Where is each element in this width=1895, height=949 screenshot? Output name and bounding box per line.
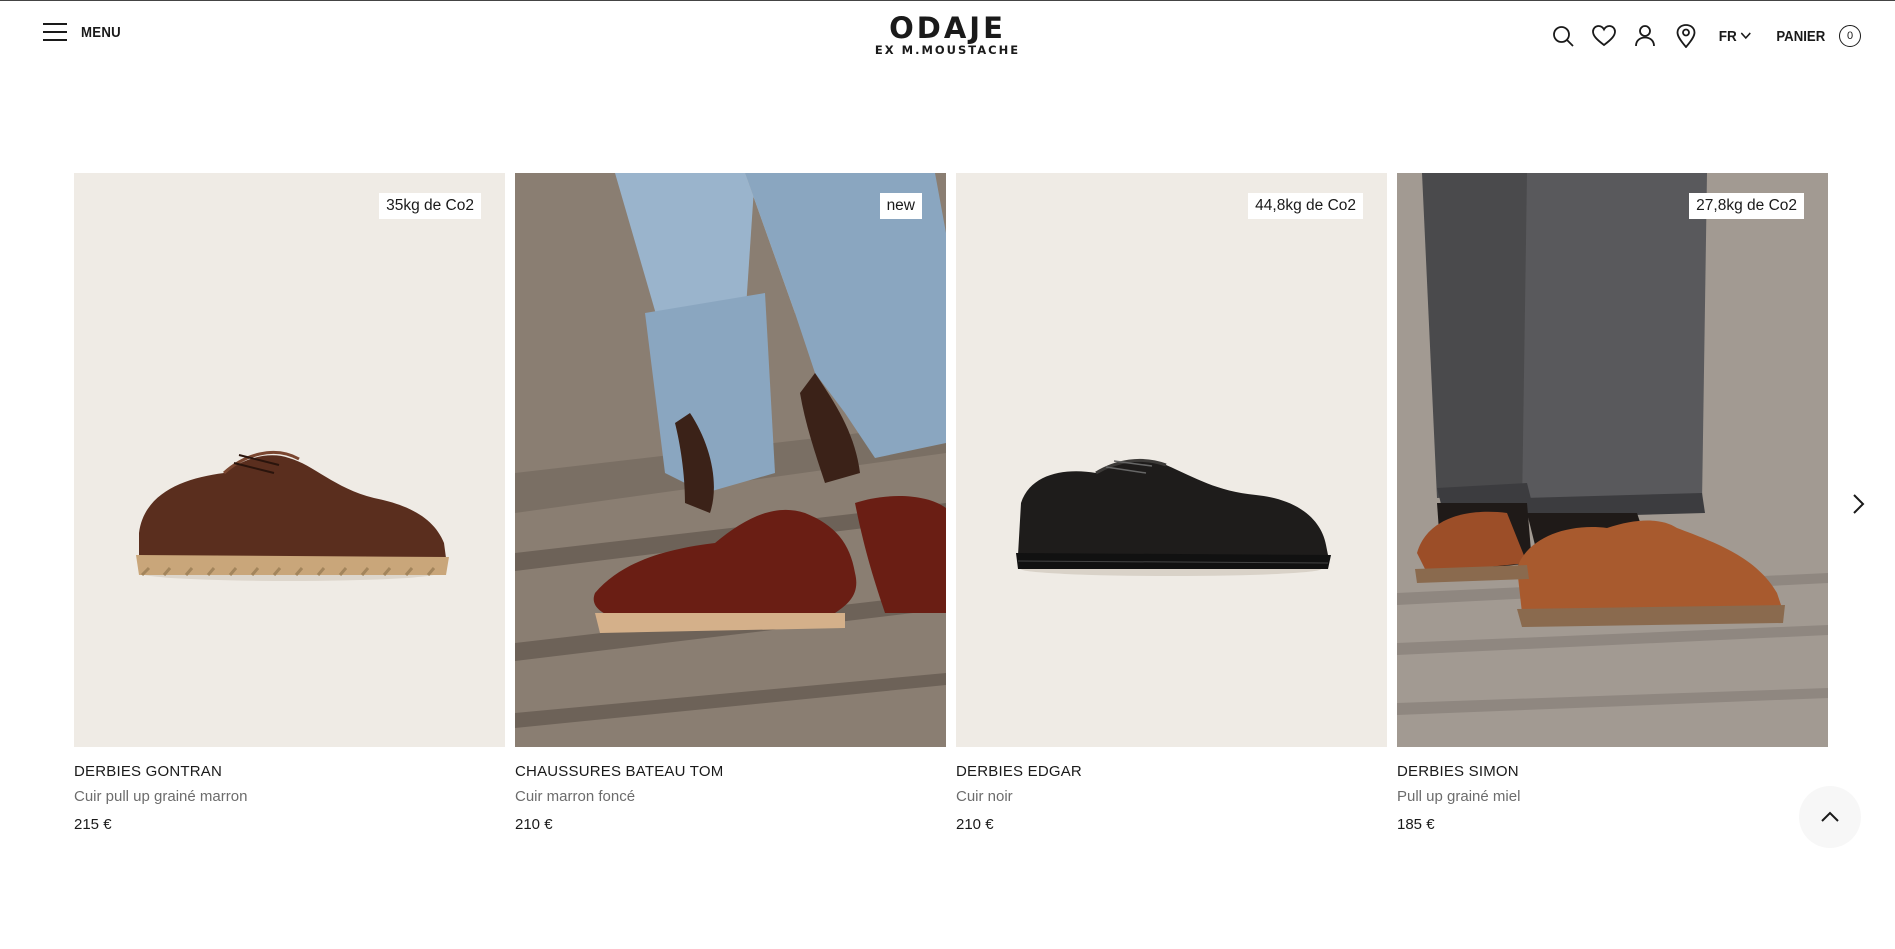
product-name[interactable]: CHAUSSURES BATEAU TOM [515, 763, 946, 780]
cart-count-badge: 0 [1839, 25, 1861, 47]
chevron-down-icon [1741, 32, 1752, 40]
product-image[interactable]: 35kg de Co2 [74, 173, 505, 747]
location-pin-icon[interactable] [1673, 23, 1699, 49]
heart-icon[interactable] [1591, 23, 1617, 49]
chevron-up-icon [1821, 811, 1839, 822]
product-card[interactable]: new CHAUSSURES BATEAU TOM Cuir marron fo… [515, 173, 946, 833]
product-description: Cuir marron foncé [515, 788, 636, 805]
product-price: 210 € [515, 816, 553, 833]
co2-badge: 27,8kg de Co2 [1689, 193, 1804, 219]
hamburger-icon [43, 23, 67, 41]
product-image[interactable]: 27,8kg de Co2 [1397, 173, 1828, 747]
product-card[interactable]: 27,8kg de Co2 DERBIES SIMON Pull up grai… [1397, 173, 1828, 833]
product-description: Cuir noir [956, 788, 1013, 805]
product-price: 210 € [956, 816, 994, 833]
header-actions: FR PANIER 0 [1535, 23, 1861, 49]
logo-wordmark: ODAJE [889, 11, 1006, 45]
product-price: 215 € [74, 816, 112, 833]
product-price: 185 € [1397, 816, 1435, 833]
co2-badge: 35kg de Co2 [379, 193, 481, 219]
site-header: MENU ODAJE EX M.MOUSTACHE FR PANIER 0 [0, 1, 1895, 71]
co2-badge: 44,8kg de Co2 [1248, 193, 1363, 219]
product-name[interactable]: DERBIES GONTRAN [74, 763, 505, 780]
product-image[interactable]: new [515, 173, 946, 747]
product-name[interactable]: DERBIES SIMON [1397, 763, 1828, 780]
language-label: FR [1719, 27, 1738, 45]
product-name[interactable]: DERBIES EDGAR [956, 763, 1387, 780]
chevron-right-icon[interactable] [1846, 492, 1870, 516]
product-description: Pull up grainé miel [1397, 788, 1521, 805]
scroll-to-top-button[interactable] [1799, 786, 1861, 848]
menu-label: MENU [81, 23, 121, 41]
search-icon[interactable] [1550, 23, 1576, 49]
product-image[interactable]: 44,8kg de Co2 [956, 173, 1387, 747]
site-logo[interactable]: ODAJE EX M.MOUSTACHE [875, 13, 1020, 57]
logo-subtitle: EX M.MOUSTACHE [874, 43, 1021, 57]
product-description: Cuir pull up grainé marron [74, 788, 248, 805]
product-carousel: 35kg de Co2 DERBIES GONTRAN Cuir pull up… [74, 173, 1828, 833]
new-badge: new [879, 193, 922, 219]
language-selector[interactable]: FR [1719, 27, 1752, 45]
black-derby-image [956, 173, 1387, 747]
page: MENU ODAJE EX M.MOUSTACHE FR PANIER 0 35… [0, 0, 1895, 949]
user-icon[interactable] [1632, 23, 1658, 49]
product-card[interactable]: 44,8kg de Co2 DERBIES EDGAR Cuir noir 21… [956, 173, 1387, 833]
honey-derby-lifestyle-image [1397, 173, 1828, 747]
boat-shoe-lifestyle-image [515, 173, 946, 747]
cart-label: PANIER [1776, 27, 1826, 45]
cart-button[interactable]: PANIER 0 [1773, 25, 1861, 47]
product-card[interactable]: 35kg de Co2 DERBIES GONTRAN Cuir pull up… [74, 173, 505, 833]
menu-button[interactable]: MENU [43, 23, 126, 41]
brown-derby-image [74, 173, 505, 747]
